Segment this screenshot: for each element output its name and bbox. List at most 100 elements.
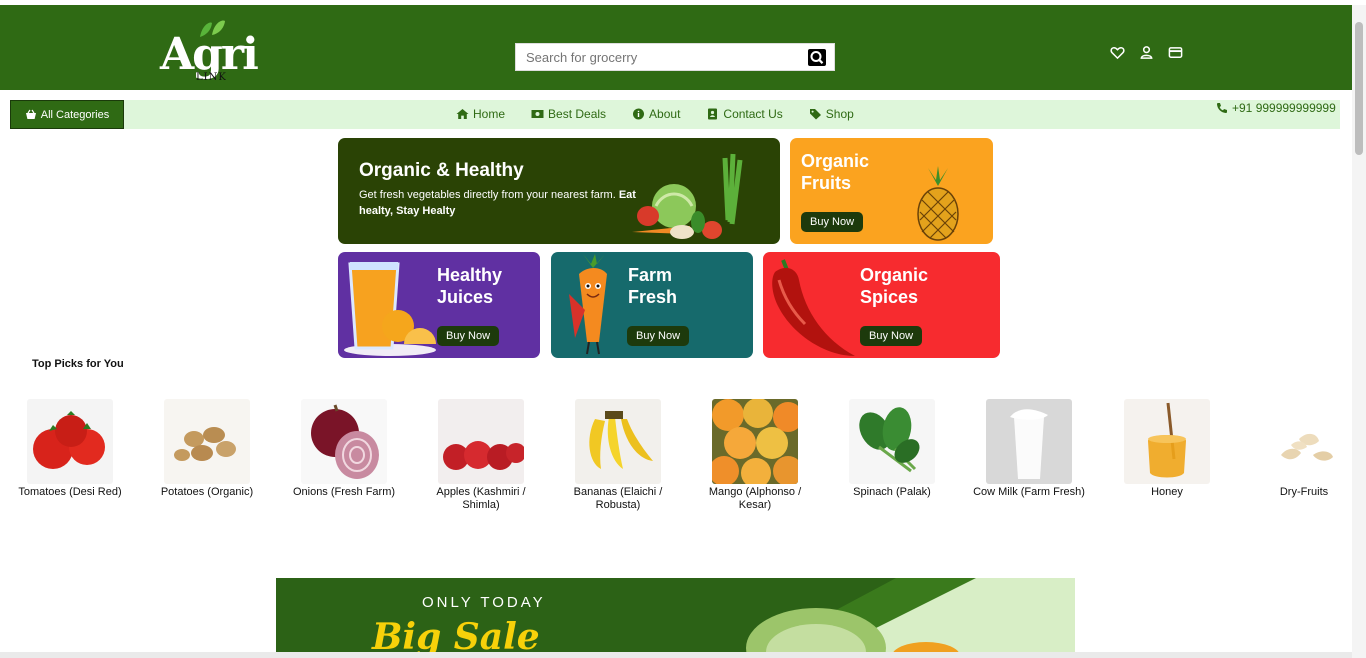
product-image (438, 399, 524, 484)
nav-home[interactable]: Home (456, 107, 505, 121)
product-name: Tomatoes (Desi Red) (18, 486, 122, 498)
apples-image (438, 399, 524, 484)
bottom-strip (0, 652, 1352, 658)
banner-organic-fruits[interactable]: Organic Fruits Buy Now (790, 138, 993, 244)
bananas-image (575, 399, 661, 484)
buy-now-farm-button[interactable]: Buy Now (627, 326, 690, 346)
product-card-honey[interactable]: Honey (1107, 399, 1227, 499)
logo-sub: LINK (196, 72, 227, 83)
search-button[interactable] (808, 49, 826, 66)
product-image (1261, 399, 1347, 484)
big-sale-banner[interactable]: ONLY TODAY Big Sale (276, 578, 1075, 658)
header-icons (1110, 45, 1183, 61)
banner-spices-title: Organic Spices (860, 264, 928, 308)
product-name: Honey (1151, 486, 1183, 498)
user-icon[interactable] (1139, 45, 1154, 60)
banner-title: Organic & Healthy (359, 160, 524, 181)
page-scrollbar[interactable] (1352, 5, 1366, 658)
banner-description: Get fresh vegetables directly from your … (359, 187, 639, 219)
product-name: Apples (Kashmiri / Shimla) (436, 486, 526, 511)
onions-image (301, 399, 387, 484)
product-card-potatoes[interactable]: Potatoes (Organic) (147, 399, 267, 499)
basket-icon (25, 109, 36, 119)
banner-organic-healthy[interactable]: Organic & Healthy Get fresh vegetables d… (338, 138, 780, 244)
search-input[interactable] (516, 44, 804, 70)
banner-farm-fresh[interactable]: Farm Fresh Buy Now (551, 252, 753, 358)
contact-icon (708, 108, 718, 120)
banner-farm-title: Farm Fresh (628, 264, 677, 308)
scrollbar-thumb[interactable] (1355, 22, 1363, 155)
dry-fruits-image (1261, 399, 1347, 484)
nav-about-label: About (649, 107, 681, 121)
honey-image (1124, 399, 1210, 484)
product-name: Mango (Alphonso / Kesar) (708, 486, 802, 511)
product-card-mango[interactable]: Mango (Alphonso / Kesar) (695, 399, 815, 512)
product-image (575, 399, 661, 484)
buy-now-spices-button[interactable]: Buy Now (860, 326, 923, 346)
product-image (986, 399, 1072, 484)
tag-icon (809, 109, 821, 120)
agrilink-logo[interactable]: Agri LINK (158, 19, 259, 87)
top-picks-list: Tomatoes (Desi Red) Potatoes (Organic) O… (18, 399, 1350, 529)
product-image (1124, 399, 1210, 484)
card-icon[interactable] (1168, 45, 1183, 60)
product-card-onions[interactable]: Onions (Fresh Farm) (284, 399, 404, 499)
vegetables-illustration (632, 153, 743, 239)
info-icon (633, 108, 645, 120)
nav-shop-label: Shop (825, 107, 854, 121)
spinach-image (849, 399, 935, 484)
all-categories-button[interactable]: All Categories (10, 100, 124, 129)
banner-spices-line2: Spices (860, 287, 919, 307)
main-nav: Home Best Deals About Contact Us Shop (456, 105, 880, 123)
chili-illustration (772, 259, 855, 356)
juice-illustration (344, 262, 436, 356)
site-header: Agri LINK (0, 5, 1352, 90)
banner-fruits-line2: Fruits (801, 173, 852, 193)
product-card-cow-milk[interactable]: Cow Milk (Farm Fresh) (969, 399, 1089, 499)
product-card-dry-fruits[interactable]: Dry-Fruits (1244, 399, 1364, 499)
phone-icon (1217, 103, 1227, 113)
all-categories-label: All Categories (40, 108, 110, 121)
nav-about[interactable]: About (632, 107, 680, 121)
nav-contact[interactable]: Contact Us (706, 107, 783, 121)
buy-now-fruits-button[interactable]: Buy Now (801, 212, 864, 232)
product-card-spinach[interactable]: Spinach (Palak) (832, 399, 952, 499)
banner-organic-spices[interactable]: Organic Spices Buy Now (763, 252, 1000, 358)
banner-farm-line1: Farm (628, 265, 673, 285)
top-picks-heading: Top Picks for You (32, 358, 124, 370)
product-name: Potatoes (Organic) (160, 486, 254, 498)
product-image (164, 399, 250, 484)
product-name: Cow Milk (Farm Fresh) (973, 486, 1085, 498)
banner-juices-line2: Juices (437, 287, 494, 307)
banner-healthy-juices[interactable]: Healthy Juices Buy Now (338, 252, 540, 358)
mango-image (712, 399, 798, 484)
banner-juices-title: Healthy Juices (437, 264, 502, 308)
product-image (712, 399, 798, 484)
product-name: Bananas (Elaichi / Robusta) (573, 486, 663, 511)
search-icon (810, 51, 824, 64)
product-card-apples[interactable]: Apples (Kashmiri / Shimla) (421, 399, 541, 512)
phone-contact[interactable]: +91 999999999999 (1216, 101, 1336, 115)
banner-fruits-title: Organic Fruits (801, 150, 869, 194)
product-card-bananas[interactable]: Bananas (Elaichi / Robusta) (558, 399, 678, 512)
banner-spices-line1: Organic (860, 265, 929, 285)
potatoes-image (164, 399, 250, 484)
nav-contact-label: Contact Us (723, 107, 783, 121)
nav-home-label: Home (473, 107, 506, 121)
money-icon (531, 110, 544, 118)
home-icon (456, 109, 469, 119)
nav-shop[interactable]: Shop (809, 107, 854, 121)
banner-farm-line2: Fresh (628, 287, 678, 307)
nav-best-deals-label: Best Deals (548, 107, 607, 121)
phone-number: +91 999999999999 (1232, 101, 1336, 115)
buy-now-juices-button[interactable]: Buy Now (437, 326, 500, 346)
banner-fruits-line1: Organic (801, 151, 870, 171)
milk-image (986, 399, 1072, 484)
product-image (849, 399, 935, 484)
nav-best-deals[interactable]: Best Deals (531, 107, 606, 121)
banner-juices-line1: Healthy (437, 265, 503, 285)
product-card-tomatoes[interactable]: Tomatoes (Desi Red) (10, 399, 130, 499)
heart-icon[interactable] (1110, 45, 1125, 60)
sale-only-today: ONLY TODAY (422, 594, 546, 611)
product-name: Spinach (Palak) (853, 486, 931, 498)
